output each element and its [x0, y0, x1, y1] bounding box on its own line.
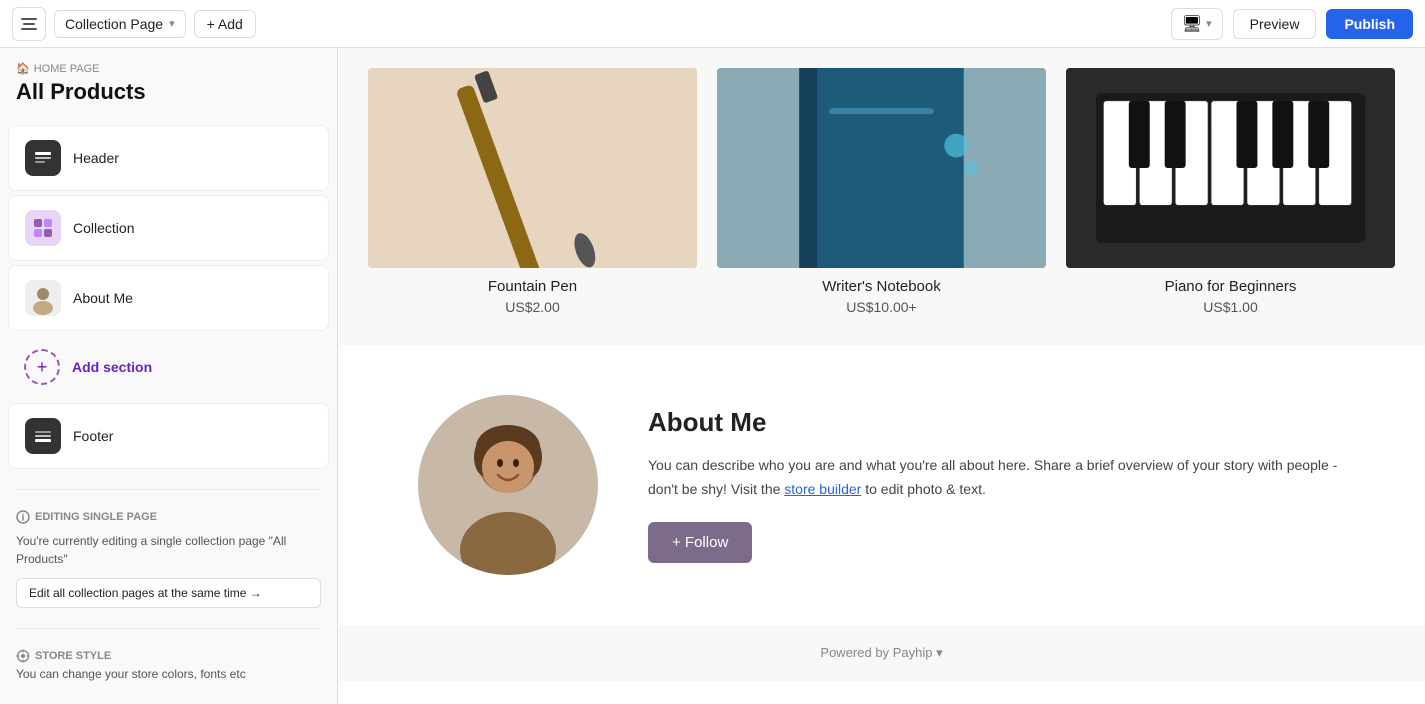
canvas: Fountain Pen US$2.00: [338, 48, 1425, 704]
products-section: Fountain Pen US$2.00: [338, 48, 1425, 345]
footer-text: Powered by Payhip ▾: [358, 645, 1405, 661]
topbar: Collection Page ▾ + Add 🖥 ▾ Preview Publ…: [0, 0, 1425, 48]
sidebar-item-footer[interactable]: Footer: [8, 403, 329, 469]
footer-chevron: ▾: [936, 645, 943, 660]
preview-button[interactable]: Preview: [1233, 9, 1317, 39]
store-style-section: STORE STYLE You can change your store co…: [0, 637, 337, 693]
aboutme-icon: [25, 280, 61, 316]
add-section-icon: +: [24, 349, 60, 385]
add-button[interactable]: + Add: [194, 10, 256, 38]
editing-label: EDITING SINGLE PAGE: [16, 510, 321, 524]
sidebar-item-collection-label: Collection: [73, 220, 134, 236]
sidebar-item-aboutme[interactable]: About Me: [8, 265, 329, 331]
menu-icon: [21, 18, 37, 30]
store-style-label: STORE STYLE: [16, 649, 321, 663]
page-selector[interactable]: Collection Page ▾: [54, 10, 186, 38]
device-selector[interactable]: 🖥 ▾: [1171, 8, 1223, 40]
about-section: About Me You can describe who you are an…: [338, 345, 1425, 625]
page-name: Collection Page: [65, 16, 163, 32]
sidebar-item-aboutme-label: About Me: [73, 290, 133, 306]
device-chevron: ▾: [1206, 17, 1212, 30]
products-grid: Fountain Pen US$2.00: [368, 68, 1395, 315]
editing-info-text: You're currently editing a single collec…: [16, 532, 321, 568]
sidebar-item-header-label: Header: [73, 150, 119, 166]
topbar-left: Collection Page ▾ + Add: [12, 7, 256, 41]
about-content: About Me You can describe who you are an…: [648, 407, 1345, 563]
product-name-0: Fountain Pen: [368, 278, 697, 295]
editing-info-label: EDITING SINGLE PAGE: [35, 511, 157, 523]
about-desc-text1: You can describe who you are and what yo…: [648, 457, 1337, 497]
product-card-1: Writer's Notebook US$10.00+: [717, 68, 1046, 315]
follow-button[interactable]: + Follow: [648, 522, 752, 563]
about-description: You can describe who you are and what yo…: [648, 454, 1345, 502]
section-list: Header Collection: [0, 113, 337, 481]
page-selector-chevron: ▾: [169, 17, 175, 30]
breadcrumb: 🏠 HOME PAGE: [16, 62, 321, 75]
product-image-notebook: [717, 68, 1046, 268]
main-layout: 🏠 HOME PAGE All Products Header: [0, 48, 1425, 704]
product-image-piano: [1066, 68, 1395, 268]
device-icon: 🖥: [1182, 14, 1202, 34]
footer-section: Powered by Payhip ▾: [338, 625, 1425, 681]
collection-icon: [25, 210, 61, 246]
sidebar-title: All Products: [16, 79, 321, 105]
product-name-1: Writer's Notebook: [717, 278, 1046, 295]
powered-by-text: Powered by: [820, 645, 889, 660]
product-price-0: US$2.00: [368, 299, 697, 315]
sidebar-item-header[interactable]: Header: [8, 125, 329, 191]
product-card-2: Piano for Beginners US$1.00: [1066, 68, 1395, 315]
follow-label: + Follow: [672, 534, 728, 551]
store-style-desc: You can change your store colors, fonts …: [16, 667, 321, 681]
product-image-pen: [368, 68, 697, 268]
product-card-0: Fountain Pen US$2.00: [368, 68, 697, 315]
edit-all-button[interactable]: Edit all collection pages at the same ti…: [16, 578, 321, 608]
product-name-2: Piano for Beginners: [1066, 278, 1395, 295]
sidebar-divider-1: [16, 489, 321, 490]
product-price-2: US$1.00: [1066, 299, 1395, 315]
footer-brand-link[interactable]: Payhip: [893, 645, 936, 660]
footer-icon: [25, 418, 61, 454]
store-builder-link[interactable]: store builder: [784, 481, 861, 497]
sidebar-header: 🏠 HOME PAGE All Products: [0, 48, 337, 113]
about-desc-text2: to edit photo & text.: [861, 481, 986, 497]
hamburger-button[interactable]: [12, 7, 46, 41]
sidebar-item-collection[interactable]: Collection: [8, 195, 329, 261]
sidebar: 🏠 HOME PAGE All Products Header: [0, 48, 338, 704]
avatar: [418, 395, 598, 575]
about-title: About Me: [648, 407, 1345, 438]
add-section-label: Add section: [72, 359, 152, 375]
add-label: + Add: [207, 16, 243, 32]
publish-button[interactable]: Publish: [1326, 9, 1413, 39]
editing-info: EDITING SINGLE PAGE You're currently edi…: [0, 498, 337, 620]
sidebar-divider-2: [16, 628, 321, 629]
sidebar-item-add-section[interactable]: + Add section: [8, 335, 329, 399]
canvas-inner: Fountain Pen US$2.00: [338, 48, 1425, 704]
breadcrumb-text: HOME PAGE: [34, 63, 100, 75]
sidebar-item-footer-label: Footer: [73, 428, 113, 444]
header-icon: [25, 140, 61, 176]
topbar-right: 🖥 ▾ Preview Publish: [1171, 8, 1413, 40]
product-price-1: US$10.00+: [717, 299, 1046, 315]
home-icon: 🏠: [16, 62, 30, 75]
